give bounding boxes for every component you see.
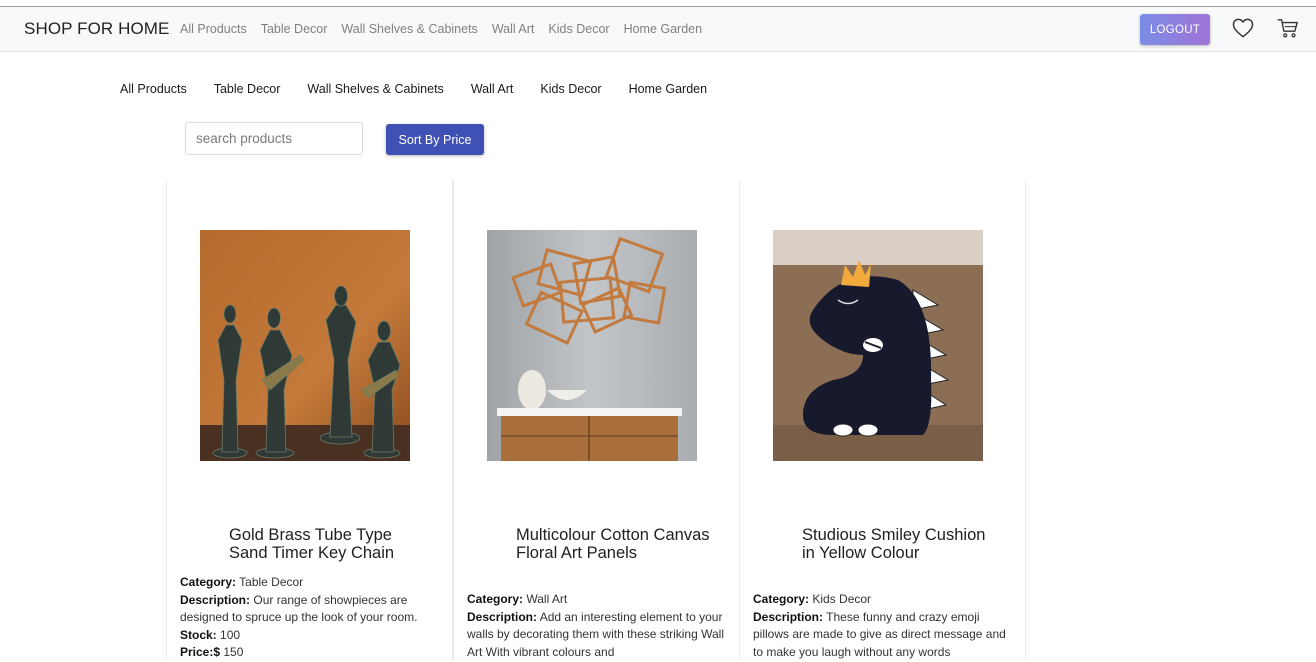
top-nav-table-decor[interactable]: Table Decor	[261, 22, 328, 36]
category-label: Category:	[180, 575, 237, 589]
search-input[interactable]	[185, 122, 363, 155]
product-title: Gold Brass Tube Type Sand Timer Key Chai…	[229, 526, 395, 562]
category-label: Category:	[753, 592, 810, 606]
product-card[interactable]: Gold Brass Tube Type Sand Timer Key Chai…	[166, 180, 453, 660]
top-nav-kids-decor[interactable]: Kids Decor	[548, 22, 609, 36]
heart-icon[interactable]	[1232, 18, 1254, 38]
description-label: Description:	[753, 609, 824, 624]
product-category: Kids Decor	[812, 592, 872, 606]
top-nav-wall-art[interactable]: Wall Art	[492, 22, 535, 36]
stock-label: Stock:	[180, 627, 217, 642]
brand-logo[interactable]: SHOP FOR HOME	[24, 19, 170, 39]
category-nav: All Products Table Decor Wall Shelves & …	[120, 82, 707, 96]
product-card[interactable]: Multicolour Cotton Canvas Floral Art Pan…	[453, 180, 740, 660]
product-title: Multicolour Cotton Canvas Floral Art Pan…	[516, 526, 710, 562]
category-home-garden[interactable]: Home Garden	[629, 82, 708, 96]
description-label: Description:	[467, 609, 538, 624]
product-info: Category: Wall Art Description: Add an i…	[467, 591, 729, 661]
category-wall-shelves[interactable]: Wall Shelves & Cabinets	[307, 82, 443, 96]
product-title: Studious Smiley Cushion in Yellow Colour	[802, 526, 986, 562]
category-label: Category:	[467, 592, 524, 606]
description-label: Description:	[180, 592, 251, 607]
product-category: Wall Art	[526, 592, 568, 606]
category-kids-decor[interactable]: Kids Decor	[540, 82, 601, 96]
product-image[interactable]	[487, 230, 697, 461]
top-nav-wall-shelves[interactable]: Wall Shelves & Cabinets	[341, 22, 477, 36]
category-all-products[interactable]: All Products	[120, 82, 187, 96]
top-nav-all-products[interactable]: All Products	[180, 22, 247, 36]
category-table-decor[interactable]: Table Decor	[214, 82, 281, 96]
top-navbar: SHOP FOR HOME All Products Table Decor W…	[0, 6, 1316, 52]
product-image[interactable]	[773, 230, 983, 461]
product-stock: 100	[220, 627, 241, 642]
category-wall-art[interactable]: Wall Art	[471, 82, 514, 96]
product-info: Category: Kids Decor Description: These …	[753, 591, 1015, 661]
price-label: Price:$	[180, 645, 221, 659]
product-image[interactable]	[200, 230, 410, 461]
top-nav-links: All Products Table Decor Wall Shelves & …	[180, 22, 702, 36]
product-card[interactable]: Studious Smiley Cushion in Yellow Colour…	[739, 180, 1026, 660]
product-price: 150	[223, 645, 244, 659]
product-category: Table Decor	[239, 575, 304, 589]
top-nav-home-garden[interactable]: Home Garden	[624, 22, 703, 36]
product-info: Category: Table Decor Description: Our r…	[180, 574, 442, 662]
sort-by-price-button[interactable]: Sort By Price	[386, 124, 484, 155]
logout-button[interactable]: LOGOUT	[1140, 14, 1210, 45]
cart-icon[interactable]	[1277, 17, 1299, 39]
